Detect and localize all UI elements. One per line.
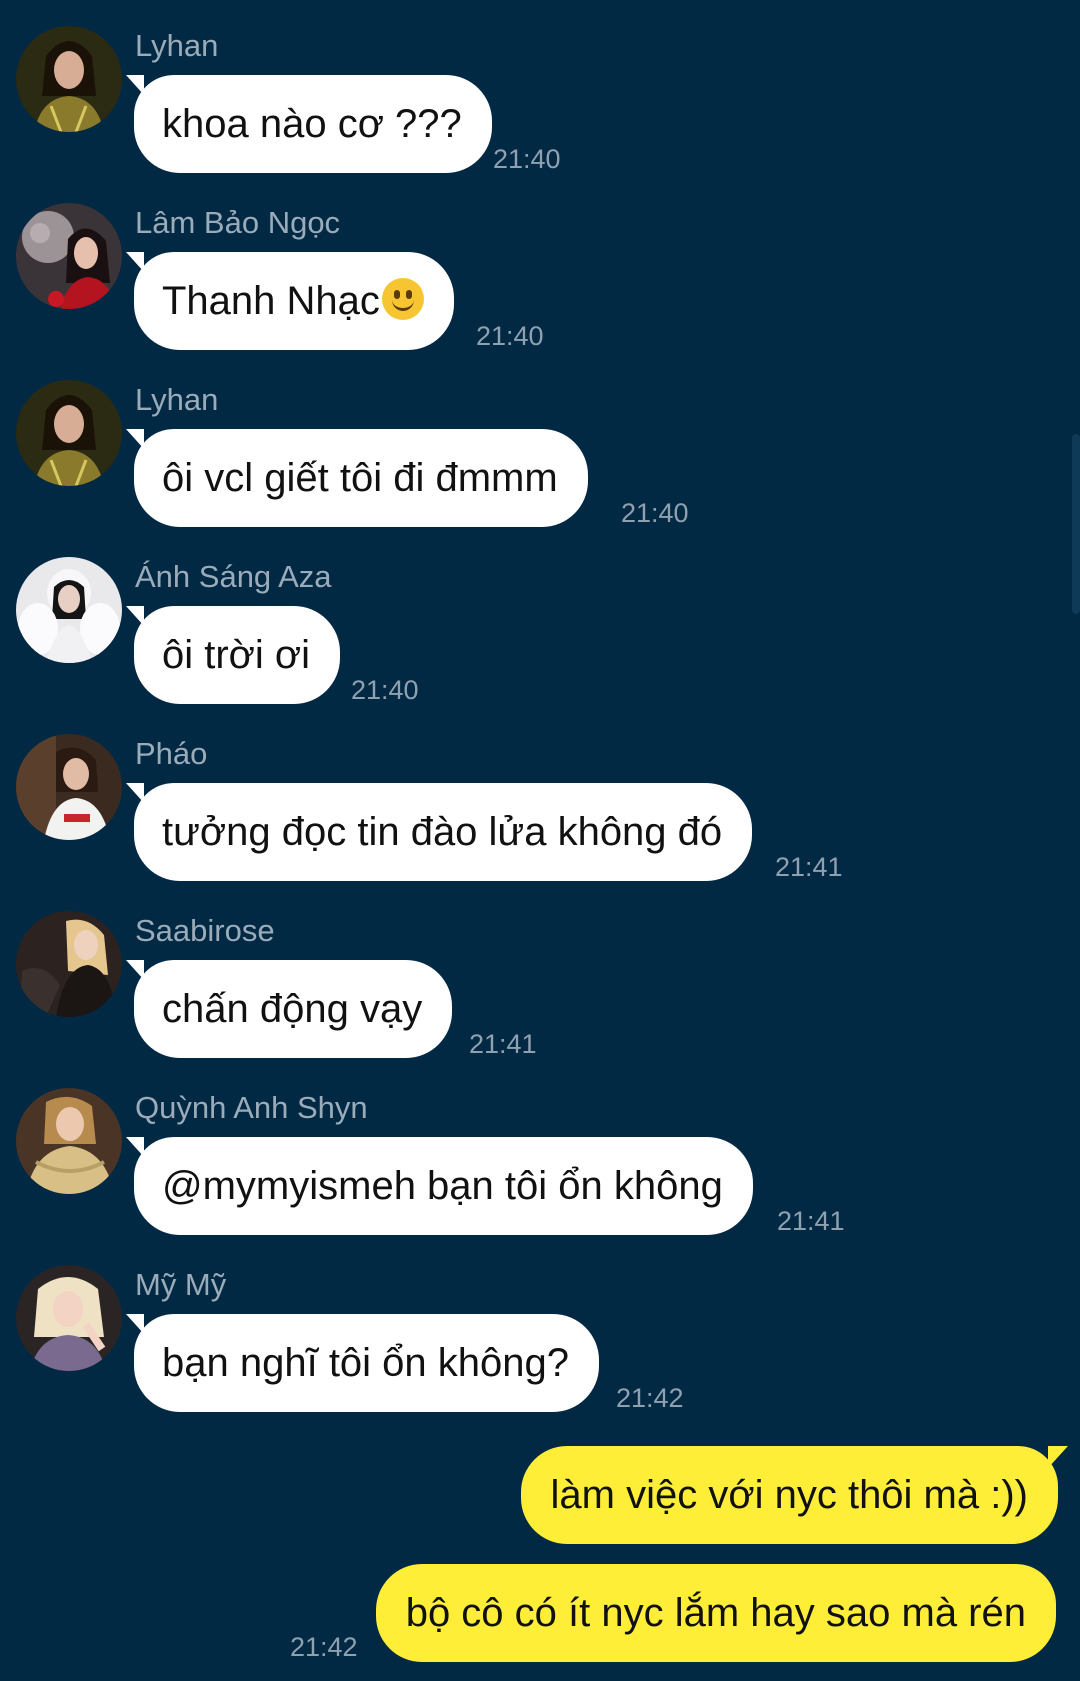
avatar[interactable] [16, 26, 122, 132]
avatar-saabirose-image [16, 911, 122, 1017]
message-row: Pháo tưởng đọc tin đào lửa không đó 21:4… [0, 708, 1080, 884]
message-bubble[interactable]: ôi vcl giết tôi đi đmmm [126, 429, 588, 527]
chat-thread[interactable]: Lyhan khoa nào cơ ??? 21:40 Lâm Bảo Ngọc… [0, 0, 1080, 1681]
message-time: 21:42 [616, 1383, 684, 1413]
sender-name: Pháo [135, 736, 208, 771]
message-time: 21:41 [469, 1029, 537, 1059]
avatar-anh-sang-aza-image [16, 557, 122, 663]
avatar[interactable] [16, 203, 122, 309]
sender-name: Saabirose [135, 913, 275, 948]
sender-name: Lâm Bảo Ngọc [135, 205, 341, 240]
avatar[interactable] [16, 734, 122, 840]
avatar[interactable] [16, 1265, 122, 1371]
message-bubble[interactable]: chấn động vạy [125, 960, 453, 1058]
sender-name: Mỹ Mỹ [135, 1267, 227, 1302]
message-bubble[interactable]: @mymyismeh bạn tôi ổn không [126, 1137, 753, 1235]
message-row: Saabirose chấn động vạy 21:41 [0, 885, 1080, 1061]
outgoing-message-row: bộ cô có ít nyc lắm hay sao mà rén [0, 1564, 1056, 1662]
sender-name: Ánh Sáng Aza [135, 559, 332, 594]
message-row: Lyhan khoa nào cơ ??? 21:40 [0, 0, 1080, 176]
avatar[interactable] [16, 1088, 122, 1194]
message-bubble[interactable]: khoa nào cơ ??? [126, 75, 492, 173]
scrollbar[interactable] [1072, 434, 1080, 614]
avatar-quynh-anh-shyn-image [16, 1088, 122, 1194]
message-time: 21:40 [476, 321, 544, 351]
message-bubble[interactable]: Thanh Nhạc [126, 252, 454, 350]
sender-name: Lyhan [135, 28, 219, 63]
avatar-lyhan-image [16, 380, 122, 486]
avatar[interactable] [16, 380, 122, 486]
message-time: 21:40 [493, 144, 561, 174]
avatar-lam-bao-ngoc-image [16, 203, 122, 309]
message-bubble[interactable]: tưởng đọc tin đào lửa không đó [125, 783, 753, 881]
avatar[interactable] [16, 557, 122, 663]
sender-name: Lyhan [135, 382, 219, 417]
avatar[interactable] [16, 911, 122, 1017]
avatar-lyhan-image [16, 26, 122, 132]
avatar-phao-image [16, 734, 122, 840]
message-time: 21:40 [621, 498, 689, 528]
slightly-smiling-face-icon [381, 278, 424, 320]
message-bubble[interactable]: ôi trời ơi [125, 606, 341, 704]
outgoing-message-bubble[interactable]: bộ cô có ít nyc lắm hay sao mà rén [375, 1564, 1056, 1662]
message-time: 21:41 [777, 1206, 845, 1236]
message-time: 21:41 [775, 852, 843, 882]
sender-name: Quỳnh Anh Shyn [135, 1090, 368, 1125]
message-time: 21:40 [351, 675, 419, 705]
message-row: Quỳnh Anh Shyn @mymyismeh bạn tôi ổn khô… [0, 1062, 1080, 1238]
message-row: Lâm Bảo Ngọc Thanh Nhạc 21:40 [0, 177, 1080, 353]
message-bubble[interactable]: bạn nghĩ tôi ổn không? [125, 1314, 600, 1412]
message-row: Mỹ Mỹ bạn nghĩ tôi ổn không? 21:42 [0, 1239, 1080, 1415]
message-text: Thanh Nhạc [162, 279, 380, 323]
outgoing-message-time: 21:42 [290, 1632, 358, 1662]
message-row: Ánh Sáng Aza ôi trời ơi 21:40 [0, 531, 1080, 707]
message-row: Lyhan ôi vcl giết tôi đi đmmm 21:40 [0, 354, 1080, 530]
outgoing-message-row: làm việc với nyc thôi mà :)) [0, 1446, 1069, 1544]
outgoing-message-bubble[interactable]: làm việc với nyc thôi mà :)) [520, 1446, 1069, 1544]
avatar-my-my-image [16, 1265, 122, 1371]
